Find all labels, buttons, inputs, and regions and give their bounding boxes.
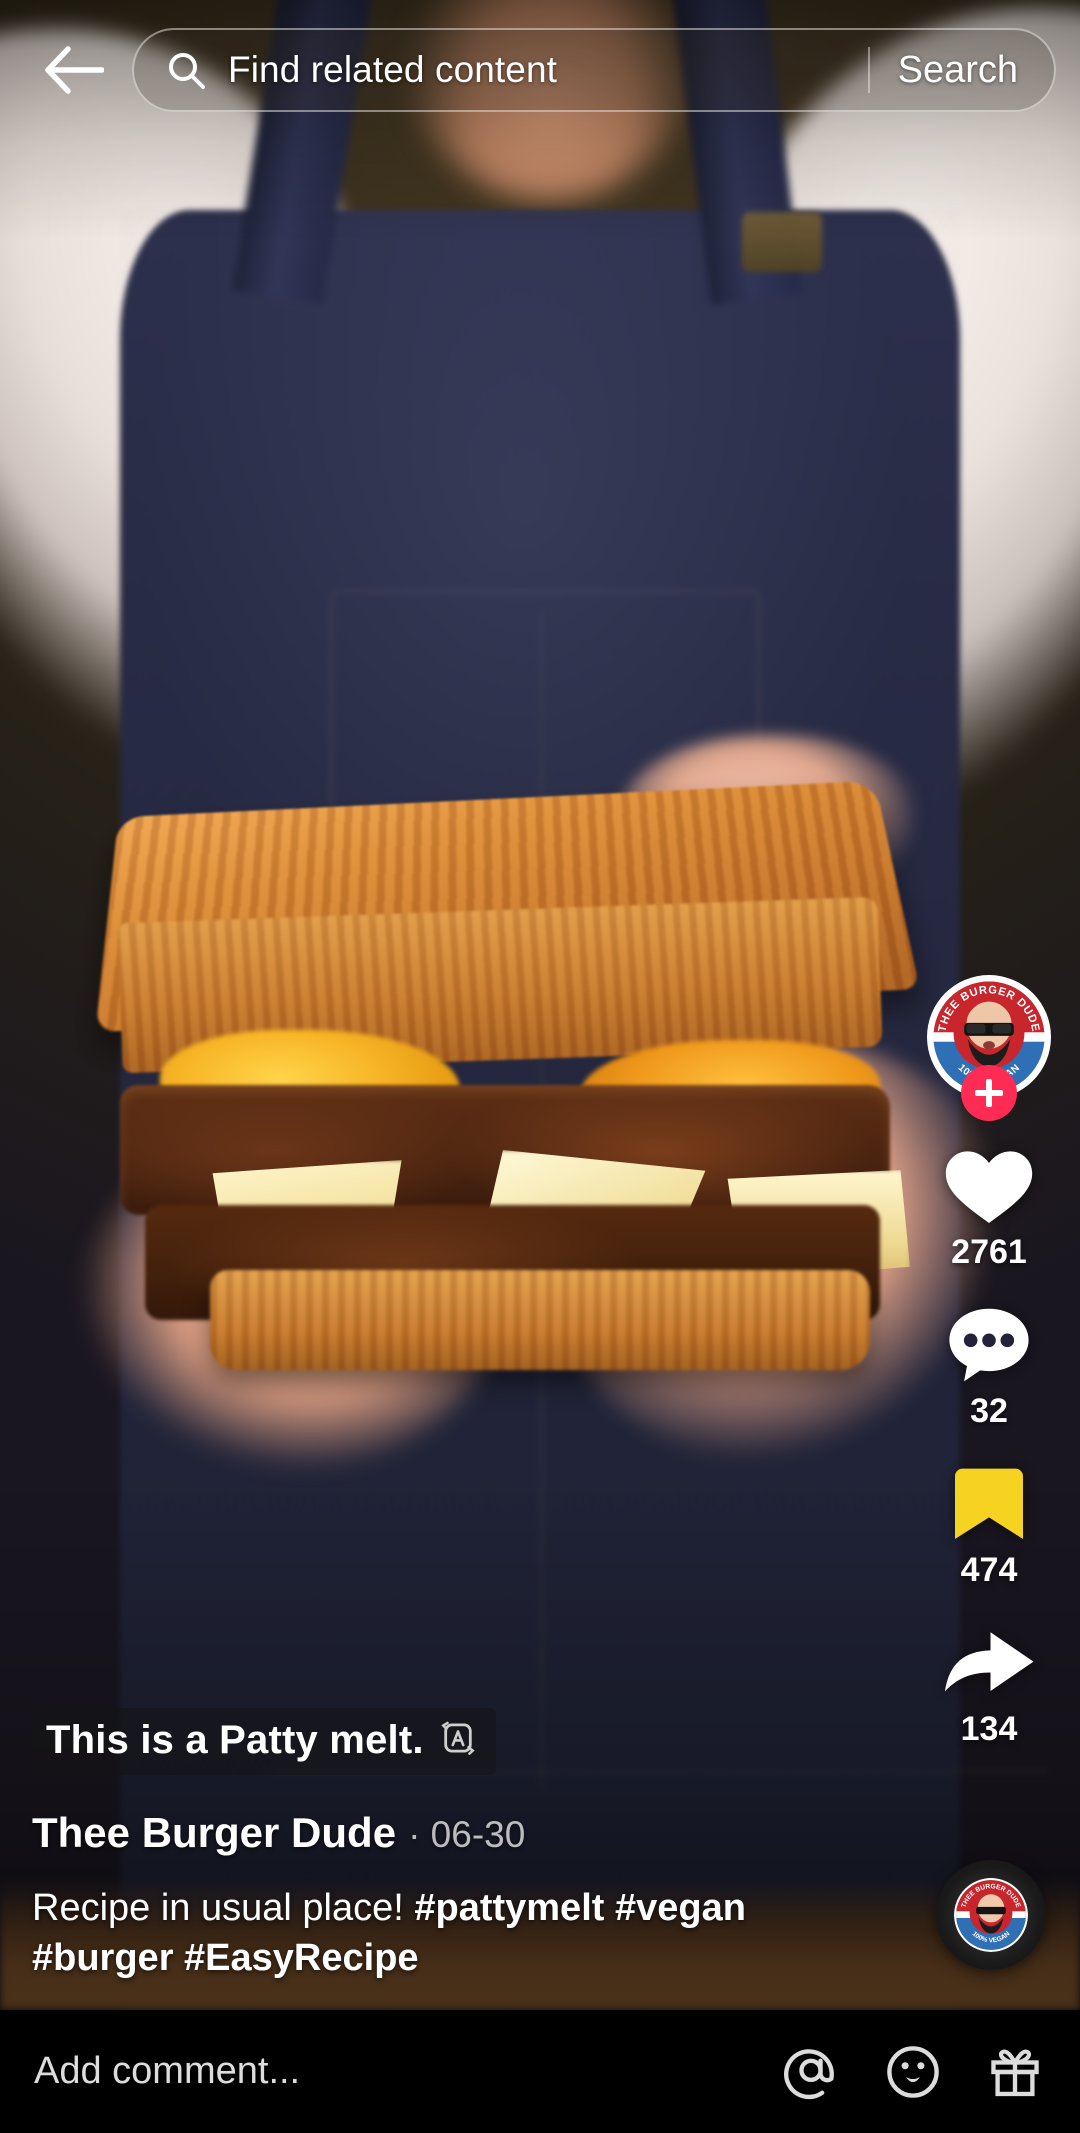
search-button[interactable]: Search bbox=[876, 49, 1044, 92]
bookmark-button[interactable]: 474 bbox=[948, 1459, 1030, 1590]
separator-dot: · bbox=[408, 1814, 420, 1855]
comment-input[interactable]: Add comment... bbox=[34, 2050, 782, 2093]
mention-button[interactable] bbox=[782, 2043, 840, 2101]
action-rail: T THEE BURGER DUDE 100% VEGAN bbox=[914, 975, 1064, 1777]
back-arrow-icon bbox=[42, 43, 104, 97]
comment-button[interactable]: 32 bbox=[943, 1300, 1035, 1431]
mention-at-icon bbox=[782, 2043, 840, 2101]
hashtag-vegan[interactable]: #vegan bbox=[615, 1887, 746, 1929]
translate-icon[interactable] bbox=[438, 1718, 478, 1763]
search-field[interactable]: Find related content Search bbox=[132, 28, 1056, 112]
comment-bar: Add comment... bbox=[0, 2010, 1080, 2133]
hashtag-burger[interactable]: #burger bbox=[32, 1937, 173, 1979]
post-date: · 06-30 bbox=[408, 1814, 525, 1856]
video-info-block: This is a Patty melt. Thee Burger Dude ·… bbox=[32, 1708, 822, 1983]
hashtag-easyrecipe[interactable]: #EasyRecipe bbox=[184, 1937, 419, 1979]
music-disc-label: THEE BURGER DUDE 100% VEGAN bbox=[954, 1878, 1028, 1952]
author-avatar-button[interactable]: T THEE BURGER DUDE 100% VEGAN bbox=[927, 975, 1051, 1099]
author-row: Thee Burger Dude · 06-30 bbox=[32, 1809, 822, 1857]
apron-buckle bbox=[742, 212, 822, 272]
top-search-bar: Find related content Search bbox=[0, 0, 1080, 140]
heart-icon bbox=[941, 1141, 1037, 1229]
like-button[interactable]: 2761 bbox=[941, 1141, 1037, 1272]
sticker-text: This is a Patty melt. bbox=[46, 1718, 424, 1763]
bookmark-icon bbox=[948, 1459, 1030, 1547]
comment-icon bbox=[943, 1300, 1035, 1388]
follow-button[interactable] bbox=[961, 1065, 1017, 1121]
burger-dude-logo-icon: THEE BURGER DUDE 100% VEGAN bbox=[954, 1878, 1028, 1952]
share-icon bbox=[940, 1618, 1038, 1706]
description-lead: Recipe in usual place! bbox=[32, 1887, 414, 1929]
music-disc[interactable]: THEE BURGER DUDE 100% VEGAN bbox=[936, 1860, 1046, 1970]
video-player-screen: Find related content Search T THEE BURGE… bbox=[0, 0, 1080, 2133]
search-divider bbox=[868, 47, 870, 93]
share-button[interactable]: 134 bbox=[940, 1618, 1038, 1749]
emoji-button[interactable] bbox=[884, 2043, 942, 2101]
patty-melt-sandwich bbox=[100, 790, 920, 1360]
back-button[interactable] bbox=[30, 27, 116, 113]
video-description: Recipe in usual place! #pattymelt #vegan… bbox=[32, 1883, 792, 1983]
comment-bar-actions bbox=[782, 2043, 1044, 2101]
search-input[interactable]: Find related content bbox=[228, 49, 858, 91]
comment-count: 32 bbox=[970, 1392, 1008, 1431]
author-name[interactable]: Thee Burger Dude bbox=[32, 1809, 396, 1857]
search-icon bbox=[166, 50, 206, 90]
gift-button[interactable] bbox=[986, 2043, 1044, 2101]
emoji-icon bbox=[884, 2043, 942, 2101]
bread-bottom-slice bbox=[210, 1270, 870, 1370]
gift-icon bbox=[986, 2043, 1044, 2101]
hashtag-pattymelt[interactable]: #pattymelt bbox=[414, 1887, 604, 1929]
bookmark-count: 474 bbox=[961, 1551, 1018, 1590]
like-count: 2761 bbox=[951, 1233, 1027, 1272]
date-value: 06-30 bbox=[431, 1814, 526, 1855]
share-count: 134 bbox=[961, 1710, 1018, 1749]
video-text-sticker: This is a Patty melt. bbox=[32, 1708, 496, 1775]
